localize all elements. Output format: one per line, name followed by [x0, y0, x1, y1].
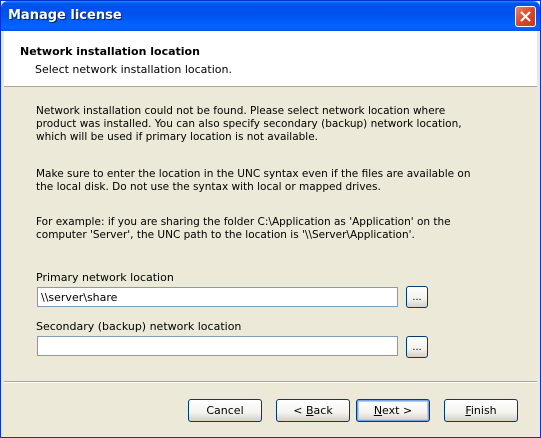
finish-button[interactable]: Finish — [444, 399, 518, 422]
title-bar[interactable]: Manage license — [1, 1, 540, 31]
info-paragraph-1: Network installation could not be found.… — [36, 105, 462, 143]
primary-location-label: Primary network location — [36, 271, 174, 284]
header-title: Network installation location — [20, 45, 200, 58]
next-button[interactable]: Next > — [356, 399, 430, 422]
close-button[interactable] — [515, 6, 536, 27]
secondary-browse-button[interactable]: ... — [406, 336, 428, 358]
next-rest: ext > — [382, 404, 413, 417]
primary-location-input[interactable] — [37, 287, 398, 307]
cancel-button[interactable]: Cancel — [188, 399, 262, 422]
secondary-location-label: Secondary (backup) network location — [36, 320, 242, 333]
info-paragraph-2: Make sure to enter the location in the U… — [36, 168, 471, 193]
secondary-location-input[interactable] — [37, 336, 398, 356]
manage-license-dialog: Manage license Network installation loca… — [0, 0, 541, 438]
cancel-label: Cancel — [206, 404, 244, 417]
header-subtitle: Select network installation location. — [35, 63, 232, 76]
back-rest: ack — [313, 404, 333, 417]
primary-browse-button[interactable]: ... — [406, 286, 428, 308]
close-icon — [520, 11, 531, 22]
footer-divider — [4, 381, 537, 383]
back-mnemonic: B — [306, 404, 314, 417]
window-title: Manage license — [8, 8, 122, 23]
next-mnemonic: N — [373, 404, 383, 417]
info-paragraph-3: For example: if you are sharing the fold… — [36, 216, 451, 241]
wizard-header: Network installation location Select net… — [4, 31, 537, 87]
back-button[interactable]: < Back — [276, 399, 350, 422]
finish-rest: inish — [470, 404, 497, 417]
back-prefix: < — [293, 404, 306, 417]
